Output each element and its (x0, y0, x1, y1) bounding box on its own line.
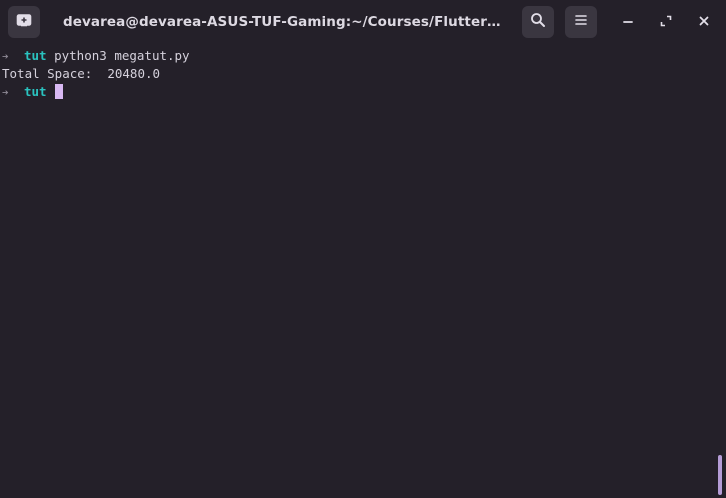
close-icon (698, 14, 710, 32)
scrollbar-thumb[interactable] (718, 455, 722, 495)
menu-button[interactable] (565, 6, 597, 38)
prompt-arrow-icon: ➔ (2, 86, 9, 99)
new-tab-button[interactable] (8, 6, 40, 38)
prompt-line: ➔ tut (0, 83, 716, 101)
maximize-icon (660, 14, 672, 32)
prompt-directory: tut (24, 48, 47, 63)
title-bar: devarea@devarea-ASUS-TUF-Gaming:~/Course… (0, 0, 726, 45)
close-button[interactable] (693, 12, 715, 34)
minimize-button[interactable] (617, 12, 639, 34)
terminal-window: devarea@devarea-ASUS-TUF-Gaming:~/Course… (0, 0, 726, 498)
prompt-arrow-icon: ➔ (2, 50, 9, 63)
output-line: Total Space: 20480.0 (2, 66, 161, 81)
window-title: devarea@devarea-ASUS-TUF-Gaming:~/Course… (63, 14, 503, 30)
hamburger-menu-icon (574, 13, 588, 32)
prompt-directory: tut (24, 84, 47, 99)
prompt-line: ➔ tut python3 megatut.py (0, 47, 716, 65)
search-icon (530, 12, 546, 33)
command-text: python3 megatut.py (54, 48, 190, 63)
maximize-button[interactable] (655, 12, 677, 34)
search-button[interactable] (522, 6, 554, 38)
new-tab-icon (16, 12, 32, 33)
text-cursor (54, 84, 63, 99)
minimize-icon (622, 14, 634, 32)
terminal-output[interactable]: ➔ tut python3 megatut.py Total Space: 204… (0, 47, 716, 498)
